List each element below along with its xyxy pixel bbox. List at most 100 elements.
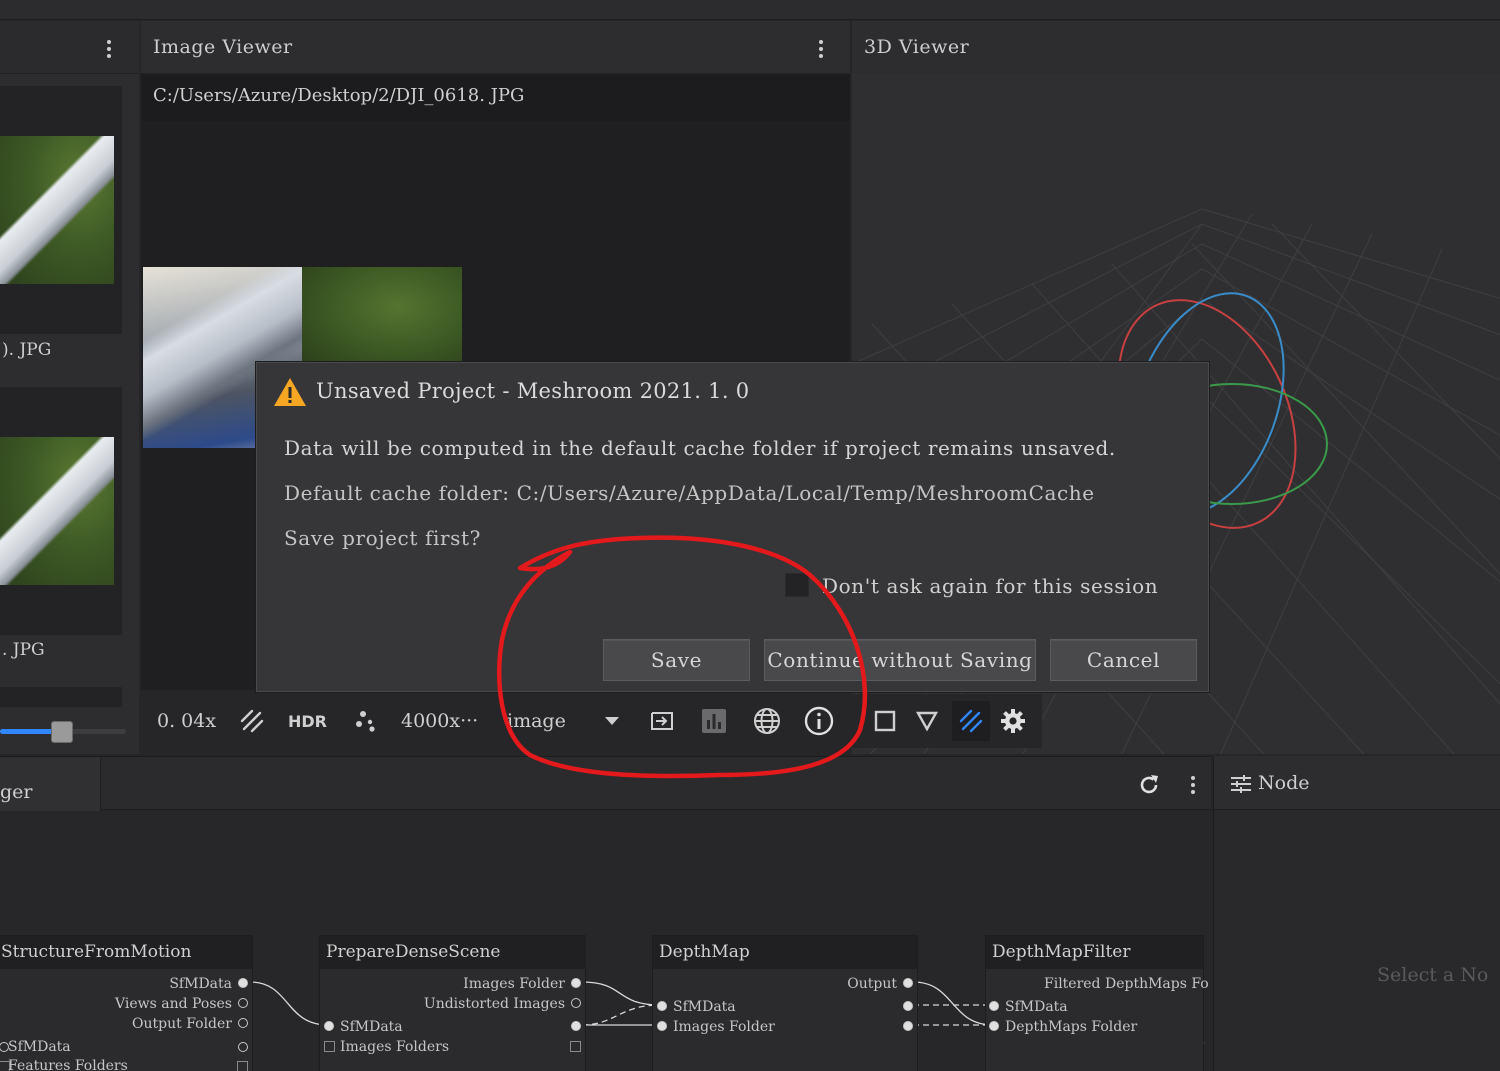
slider-handle[interactable]	[51, 721, 73, 743]
info-icon[interactable]	[804, 706, 834, 736]
port-dot[interactable]	[903, 978, 913, 988]
node-depth-map-filter[interactable]: DepthMapFilter Filtered DepthMaps Fo SfM…	[985, 935, 1209, 1071]
port-dot[interactable]	[571, 1021, 581, 1031]
unsaved-project-dialog: Unsaved Project - Meshroom 2021. 1. 0 Da…	[256, 362, 1209, 692]
graph-editor-tab-label: ger	[0, 781, 33, 803]
port-output: Views and Poses	[115, 996, 232, 1012]
port-output: SfMData	[169, 976, 232, 992]
port-input: DepthMaps Folder	[1005, 1019, 1138, 1035]
zoom-level[interactable]: 0. 04x	[157, 710, 216, 732]
port-input: SfMData	[1005, 999, 1068, 1015]
port-dot[interactable]	[903, 1021, 913, 1031]
port-dot[interactable]	[238, 998, 248, 1008]
port-dot[interactable]	[324, 1021, 334, 1031]
port-checkbox[interactable]	[237, 1061, 248, 1071]
image-viewer-toolbar: 0. 04x HDR 4000x··· image	[141, 690, 850, 754]
gallery-menu-icon[interactable]	[106, 38, 112, 60]
image-path: C:/Users/Azure/Desktop/2/DJI_0618. JPG	[153, 85, 525, 106]
dialog-cache-folder: Default cache folder: C:/Users/Azure/App…	[284, 481, 1095, 505]
save-button[interactable]: Save	[603, 639, 750, 681]
histogram-icon[interactable]	[699, 706, 729, 736]
image-gallery-panel: ). JPG . JPG	[0, 21, 139, 754]
cancel-button[interactable]: Cancel	[1050, 639, 1197, 681]
node-title: StructureFromMotion	[0, 936, 252, 969]
port-output: Images Folder	[463, 976, 565, 992]
graph-canvas[interactable]: StructureFromMotion SfMData Views and Po…	[0, 811, 1211, 1071]
port-dot[interactable]	[571, 978, 581, 988]
dialog-question: Save project first?	[284, 526, 481, 550]
image-viewer-header: Image Viewer	[141, 21, 850, 74]
port-dot[interactable]	[657, 1001, 667, 1011]
port-output: Output	[847, 976, 897, 992]
aerial-image-trees	[302, 267, 462, 367]
graph-editor-tab[interactable]: ger	[0, 757, 101, 811]
triangle-icon[interactable]	[912, 706, 942, 736]
thumbnail-image	[0, 437, 114, 585]
thumbnail-image	[0, 136, 114, 284]
thumbnail-card[interactable]	[0, 687, 122, 707]
wireframe-icon[interactable]	[952, 701, 990, 741]
port-checkbox[interactable]	[324, 1041, 335, 1052]
thumbnail-label: ). JPG	[2, 340, 52, 360]
port-input: Features Folders	[8, 1058, 128, 1071]
port-output: Output Folder	[132, 1016, 232, 1032]
port-dot[interactable]	[238, 978, 248, 988]
square-icon[interactable]	[870, 706, 900, 736]
continue-without-saving-button[interactable]: Continue without Saving	[764, 639, 1036, 681]
node-panel-title: Node	[1258, 772, 1310, 794]
top-strip	[0, 0, 1500, 20]
image-type-select[interactable]: image	[507, 710, 566, 732]
port-input: SfMData	[8, 1039, 71, 1055]
3d-viewer-title: 3D Viewer	[864, 36, 970, 58]
thumbnail-card[interactable]	[0, 86, 122, 334]
image-viewer-menu-icon[interactable]	[818, 38, 824, 60]
refresh-icon[interactable]	[1134, 770, 1164, 800]
port-output: Filtered DepthMaps Fo	[1044, 976, 1209, 992]
sliders-icon	[1226, 769, 1256, 799]
graph-menu-icon[interactable]	[1190, 774, 1196, 796]
dialog-title: Unsaved Project - Meshroom 2021. 1. 0	[316, 379, 750, 403]
thumbnail-card[interactable]	[0, 387, 122, 635]
hdr-toggle[interactable]: HDR	[288, 712, 327, 731]
dont-ask-again-checkbox[interactable]	[785, 573, 809, 597]
3d-viewer-toolbar	[852, 694, 1042, 748]
image-viewer-title: Image Viewer	[153, 36, 293, 58]
port-input: SfMData	[340, 1019, 403, 1035]
thumbnail-size-slider[interactable]	[0, 712, 128, 752]
gallery-header	[0, 21, 139, 74]
port-dot[interactable]	[238, 1018, 248, 1028]
node-structure-from-motion[interactable]: StructureFromMotion SfMData Views and Po…	[0, 935, 253, 1071]
load-icon[interactable]	[647, 706, 677, 736]
graph-editor-header: ger	[0, 756, 1211, 811]
node-title: PrepareDenseScene	[320, 936, 585, 969]
port-output: Undistorted Images	[423, 996, 565, 1012]
settings-gear-icon[interactable]	[998, 706, 1028, 736]
port-checkbox[interactable]	[570, 1041, 581, 1052]
port-dot[interactable]	[571, 998, 581, 1008]
port-dot[interactable]	[989, 1001, 999, 1011]
image-resolution: 4000x···	[401, 710, 479, 732]
3d-viewer-header: 3D Viewer	[852, 21, 1500, 74]
port-dot[interactable]	[657, 1021, 667, 1031]
dialog-message: Data will be computed in the default cac…	[284, 436, 1116, 460]
node-panel: Node Select a No	[1213, 756, 1500, 1071]
node-depth-map[interactable]: DepthMap Output SfMData Images Folder	[652, 935, 918, 1071]
hatch-icon[interactable]	[237, 706, 267, 736]
port-dot[interactable]	[989, 1021, 999, 1031]
port-input: SfMData	[673, 999, 736, 1015]
node-panel-header: Node	[1214, 756, 1500, 810]
node-title: DepthMapFilter	[986, 936, 1203, 969]
node-title: DepthMap	[653, 936, 917, 969]
globe-icon[interactable]	[752, 706, 782, 736]
features-icon[interactable]	[351, 706, 381, 736]
node-prepare-dense-scene[interactable]: PrepareDenseScene Images Folder Undistor…	[319, 935, 586, 1071]
port-input: Images Folders	[340, 1039, 450, 1055]
port-dot[interactable]	[238, 1042, 248, 1052]
warning-icon	[273, 377, 307, 411]
port-input: Images Folder	[673, 1019, 775, 1035]
dropdown-arrow-icon[interactable]	[597, 706, 627, 736]
dont-ask-again-label[interactable]: Don't ask again for this session	[822, 574, 1158, 598]
port-dot[interactable]	[903, 1001, 913, 1011]
thumbnail-label: . JPG	[2, 640, 45, 660]
select-node-placeholder: Select a No	[1377, 964, 1489, 986]
